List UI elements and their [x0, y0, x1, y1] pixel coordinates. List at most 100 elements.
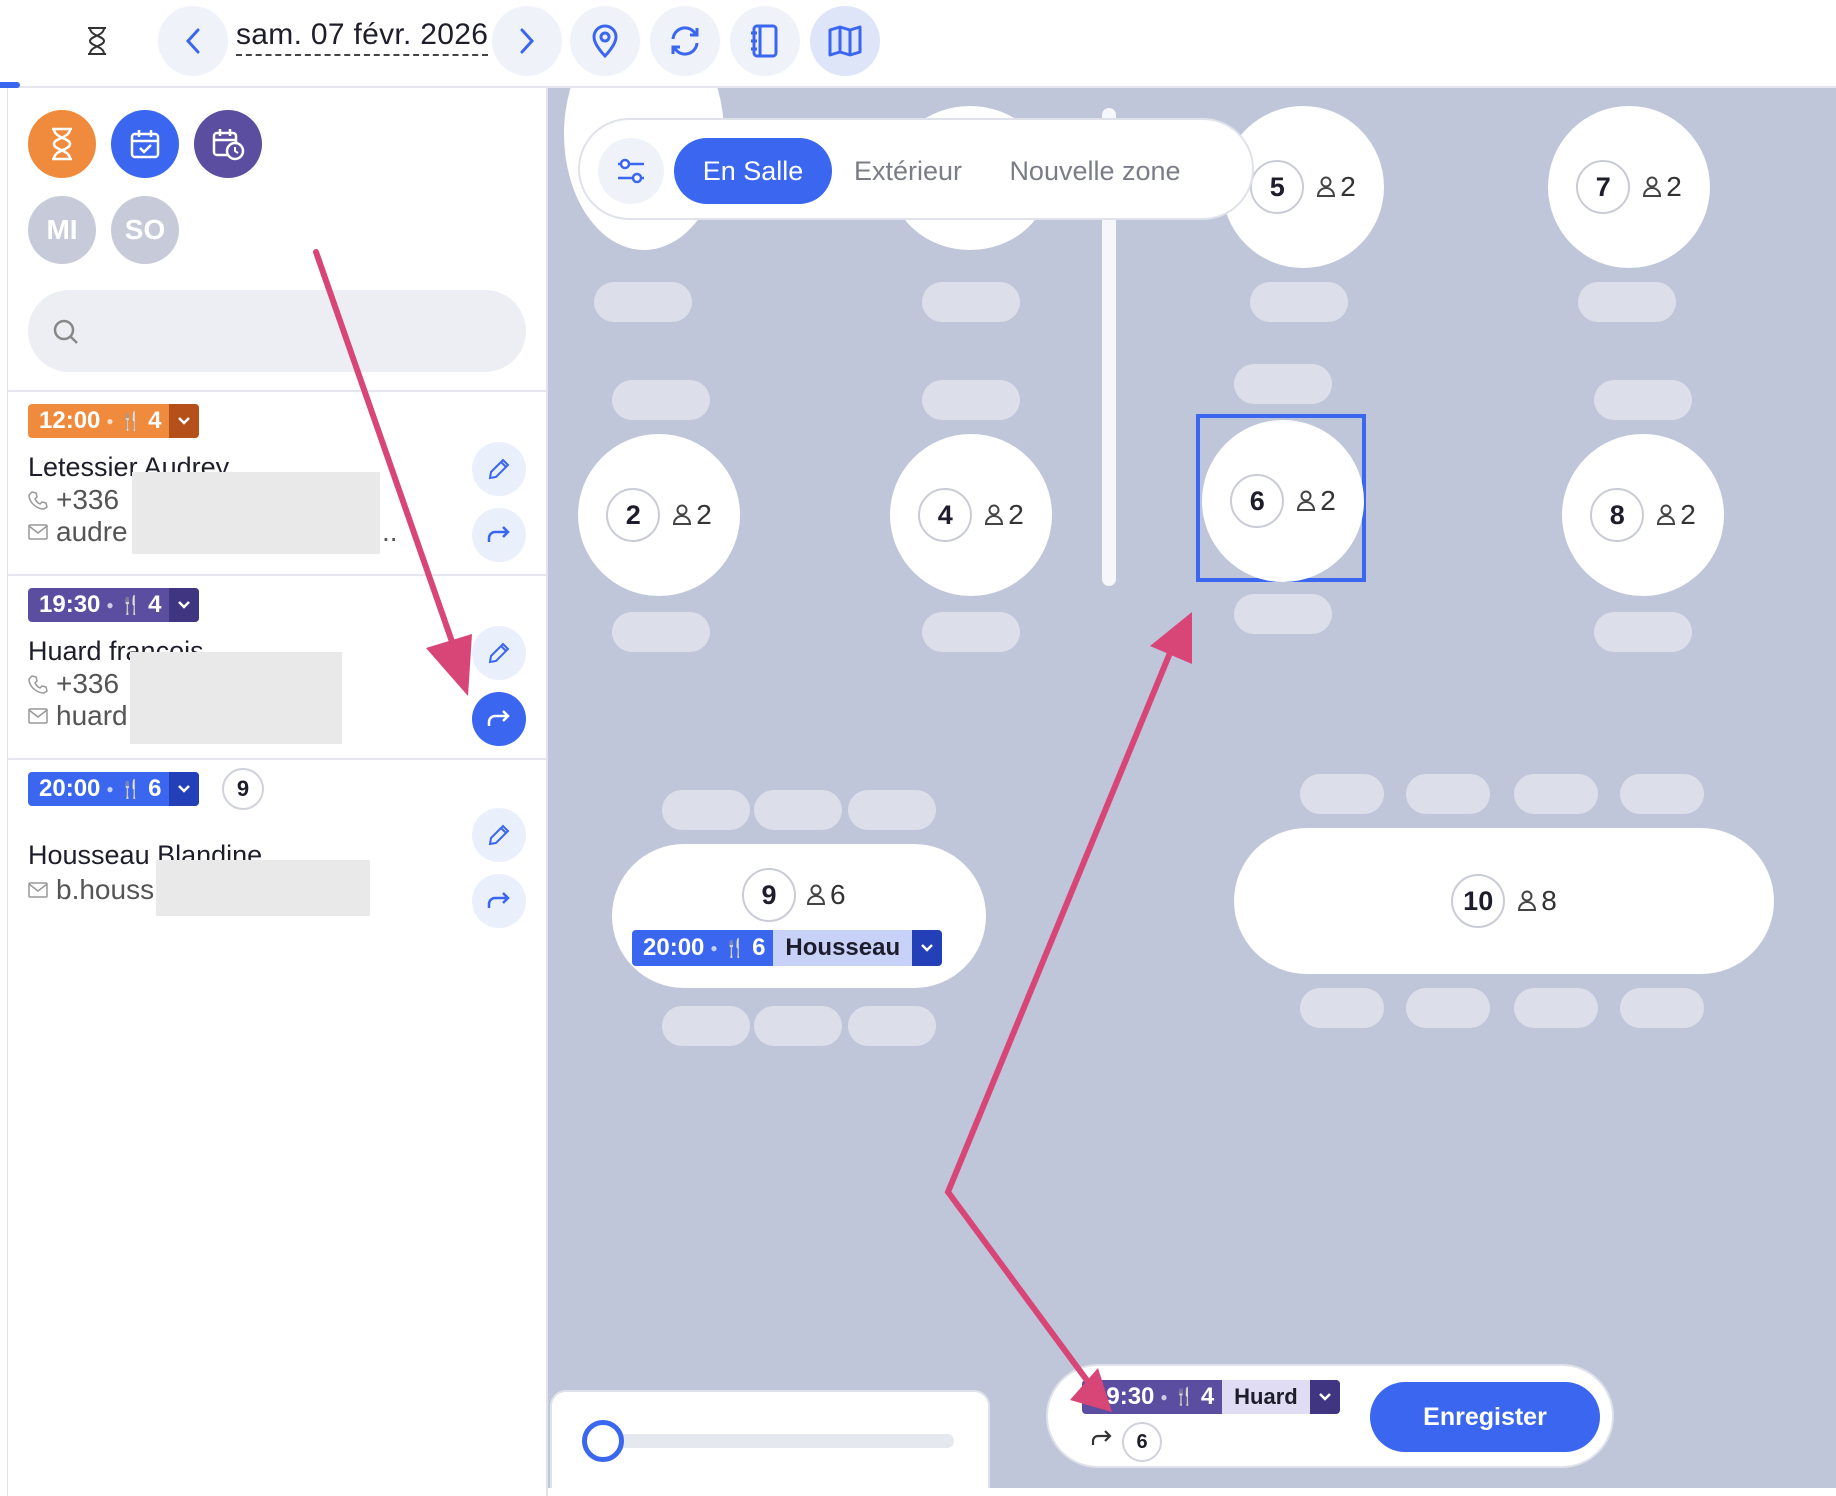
assign-table-button[interactable] — [472, 692, 526, 746]
chair — [1406, 988, 1490, 1028]
chevron-down-icon[interactable] — [912, 930, 943, 966]
booking-time: 20:00 — [643, 934, 705, 961]
reservation-guests: 4 — [148, 591, 162, 618]
timeline-panel — [550, 1390, 990, 1488]
reservation-sidebar: MI SO 12:00 ● 🍴 4 Letessier Audrey +336 aud… — [8, 88, 548, 1496]
chevron-down-icon[interactable] — [169, 772, 200, 806]
chair — [848, 790, 936, 830]
floor-plan[interactable]: 5 2 7 2 2 2 4 2 6 2 8 2 9 6 20:00●🍴6 — [548, 88, 1836, 1488]
pencil-icon — [488, 458, 510, 480]
edit-button[interactable] — [472, 442, 526, 496]
table-number: 4 — [918, 488, 973, 542]
filter-booked-button[interactable] — [111, 110, 179, 178]
reservation-time: 12:00 — [39, 407, 101, 434]
chair — [848, 1006, 936, 1046]
chair — [922, 612, 1020, 652]
guest-phone: +336 — [56, 668, 120, 699]
table-4[interactable]: 4 2 — [890, 434, 1052, 596]
chevron-right-icon[interactable] — [492, 6, 562, 76]
table-6[interactable]: 6 2 — [1202, 420, 1364, 582]
reservation-time-badge[interactable]: 20:00 ● 🍴 6 — [28, 772, 200, 806]
search-input[interactable] — [28, 290, 526, 372]
chair — [1578, 282, 1676, 322]
notebook-icon[interactable] — [730, 6, 800, 76]
reservation-card[interactable]: 20:00 ● 🍴 6 9 Housseau Blandine b.houss — [8, 758, 546, 944]
table-8[interactable]: 8 2 — [1562, 434, 1724, 596]
chevron-down-icon[interactable] — [1309, 1380, 1340, 1414]
email-line: huard — [28, 700, 128, 732]
reservation-guests: 6 — [148, 775, 162, 802]
pencil-icon — [488, 824, 510, 846]
pending-time: 19:30 — [1093, 1383, 1155, 1410]
person-icon — [1297, 490, 1316, 511]
table-number: 6 — [1230, 474, 1285, 528]
tab-en-salle[interactable]: En Salle — [674, 138, 832, 204]
forward-arrow-icon — [487, 710, 510, 726]
filter-scheduled-button[interactable] — [194, 110, 262, 178]
table-capacity: 6 — [806, 879, 846, 911]
reservation-guests: 4 — [148, 407, 162, 434]
table-2[interactable]: 2 2 — [578, 434, 740, 596]
top-bar: sam. 07 févr. 2026 — [0, 0, 1836, 88]
cutlery-icon: 🍴 — [119, 778, 143, 799]
assign-table-button[interactable] — [472, 508, 526, 562]
pending-booking-badge[interactable]: 19:30 ● 🍴 4 Huard — [1082, 1380, 1340, 1414]
reservation-time: 19:30 — [39, 591, 101, 618]
tab-exterieur[interactable]: Extérieur — [838, 138, 978, 204]
chevron-left-icon[interactable] — [158, 6, 228, 76]
timeline-track[interactable] — [592, 1434, 954, 1448]
phone-line: +336 — [28, 668, 119, 700]
table-capacity: 2 — [984, 499, 1024, 531]
guest-email: b.houss — [56, 874, 155, 905]
chair — [1234, 364, 1332, 404]
map-icon[interactable] — [810, 6, 880, 76]
reservation-time-badge[interactable]: 12:00 ● 🍴 4 — [28, 404, 200, 438]
chevron-down-icon[interactable] — [169, 404, 200, 438]
chair — [922, 380, 1020, 420]
service-so-button[interactable]: SO — [111, 196, 179, 264]
table-9[interactable]: 9 6 20:00 ● 🍴 6 Housseau — [612, 844, 986, 988]
table-number: 8 — [1590, 488, 1645, 542]
table-number: 10 — [1451, 874, 1506, 928]
hourglass-icon[interactable] — [62, 6, 132, 76]
save-button[interactable]: Enregister — [1370, 1382, 1600, 1452]
service-mi-button[interactable]: MI — [28, 196, 96, 264]
table-number: 5 — [1250, 160, 1305, 214]
filter-settings-button[interactable] — [598, 138, 664, 204]
calendar-clock-icon — [212, 129, 245, 161]
date-picker[interactable]: sam. 07 févr. 2026 — [236, 18, 489, 56]
reservation-card[interactable]: 12:00 ● 🍴 4 Letessier Audrey +336 audre .. — [8, 390, 546, 574]
chair — [1250, 282, 1348, 322]
cutlery-icon: 🍴 — [1173, 1387, 1195, 1406]
reservation-time-badge[interactable]: 19:30 ● 🍴 4 — [28, 588, 200, 622]
mail-icon — [28, 524, 48, 540]
person-icon — [1317, 176, 1336, 197]
reservation-card[interactable]: 19:30 ● 🍴 4 Huard francois +336 huard — [8, 574, 546, 758]
refresh-icon[interactable] — [650, 6, 720, 76]
edit-button[interactable] — [472, 808, 526, 862]
location-pin-icon[interactable] — [570, 6, 640, 76]
chevron-down-icon[interactable] — [169, 588, 200, 622]
cutlery-icon: 🍴 — [723, 937, 747, 958]
filter-waiting-button[interactable] — [28, 110, 96, 178]
assign-table-button[interactable] — [472, 874, 526, 928]
edit-button[interactable] — [472, 626, 526, 680]
email-line: b.houss — [28, 874, 154, 906]
left-rail — [0, 88, 8, 1496]
chair — [1406, 774, 1490, 814]
redacted-block — [132, 472, 380, 554]
table-capacity: 2 — [1642, 171, 1682, 203]
phone-icon — [28, 491, 48, 510]
phone-line: +336 — [28, 484, 119, 516]
chair — [612, 380, 710, 420]
table-booking-badge[interactable]: 20:00 ● 🍴 6 Housseau — [632, 930, 943, 966]
table-7[interactable]: 7 2 — [1548, 106, 1710, 268]
guest-email: audre — [56, 516, 128, 547]
timeline-slider-handle[interactable] — [582, 1420, 624, 1462]
table-capacity: 2 — [1316, 171, 1356, 203]
person-icon — [985, 504, 1004, 525]
tab-nouvelle-zone[interactable]: Nouvelle zone — [990, 138, 1200, 204]
table-10[interactable]: 10 8 — [1234, 828, 1774, 974]
assigned-table-number: 9 — [222, 768, 264, 810]
booking-name: Housseau — [785, 934, 901, 961]
